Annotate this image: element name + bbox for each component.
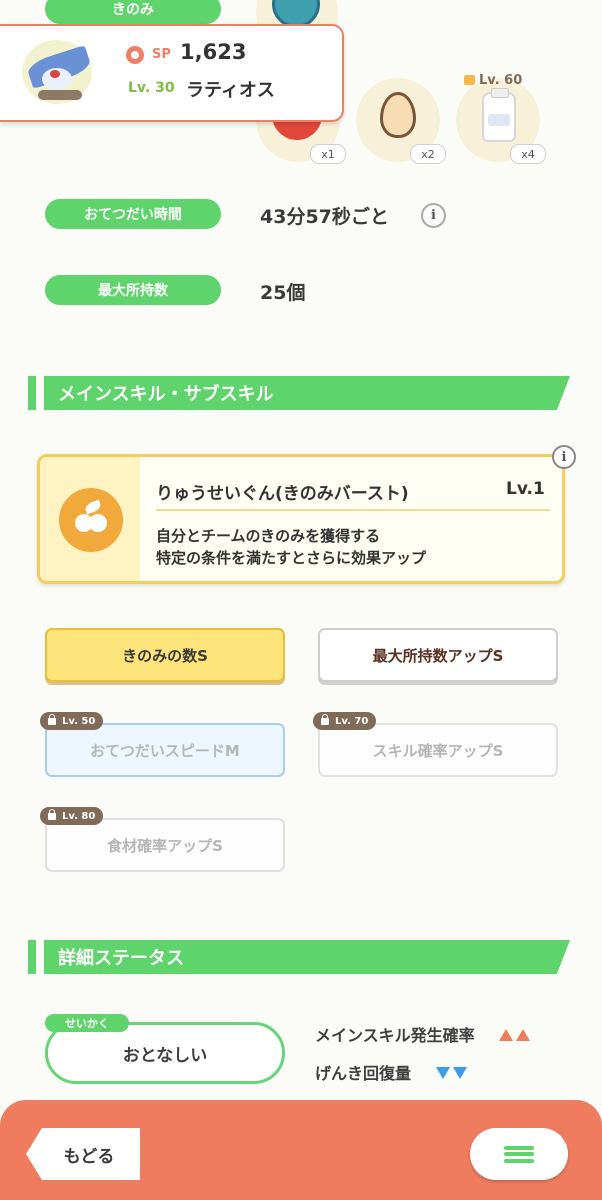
pokemon-name: ラティオス [186,80,275,101]
main-skill-info-icon[interactable]: i [552,445,576,469]
sub-skill-5-lock-tag: Lv. 80 [40,807,104,825]
milk-bottle-icon [482,88,516,142]
details-section-title: 詳細ステータス [44,940,570,974]
sub-skill-5[interactable]: 食材確率アップS [45,818,285,872]
lock-icon [321,713,329,725]
max-hold-label: 最大所持数 [45,275,221,305]
sp-icon [126,46,144,64]
sp-value: 1,623 [180,40,247,64]
nature-effect-up: メインスキル発生確率 [315,1022,531,1046]
main-skill-desc-2: 特定の条件を満たすとさらに効果アップ [156,549,427,567]
main-skill-level: Lv.1 [506,479,545,499]
main-skill-card[interactable]: りゅうせいぐん(きのみバースト) Lv.1 自分とチームのきのみを獲得する 特定… [37,454,565,584]
help-time-label: おてつだい時間 [45,199,221,229]
sub-skill-3-lock-tag: Lv. 50 [40,712,104,730]
menu-button[interactable] [470,1128,568,1180]
main-skill-divider [156,509,550,511]
kinomi-label-text: きのみ [112,2,154,18]
pokemon-header-card[interactable]: SP 1,623 Lv. 30 ラティオス [0,24,344,122]
sub-skill-4-lock-tag: Lv. 70 [313,712,377,730]
pokemon-portrait [16,34,102,108]
lock-icon [464,75,475,85]
up-arrows-icon [496,1026,531,1045]
ingredient-count-2: x2 [410,144,446,164]
hamburger-menu-icon [504,1143,534,1165]
berry-burst-icon [59,488,123,552]
nature-tag: せいかく [45,1014,129,1032]
kinomi-label: きのみ [45,0,221,24]
lock-icon [48,808,56,820]
sub-skill-1[interactable]: きのみの数S [45,628,285,682]
sub-skill-3[interactable]: おてつだいスピードM [45,723,285,777]
down-arrows-icon [433,1064,467,1083]
max-hold-value: 25個 [260,282,306,304]
sp-label: SP [152,47,171,62]
help-time-value: 43分57秒ごと [260,206,389,228]
pokemon-level: Lv. 30 [128,80,175,96]
info-icon[interactable]: i [421,203,446,228]
sub-skill-4[interactable]: スキル確率アップS [318,723,558,777]
nature-effect-down: げんき回復量 [315,1060,467,1084]
egg-icon [380,92,416,138]
lock-icon [48,713,56,725]
section-marker [28,940,36,974]
main-skill-name: りゅうせいぐん(きのみバースト) [156,484,409,504]
ingredient-count-3: x4 [510,144,546,164]
nature-value: おとなしい [122,1045,208,1066]
ingredient-count-1: x1 [310,144,346,164]
skills-section-title: メインスキル・サブスキル [44,376,570,410]
main-skill-desc-1: 自分とチームのきのみを獲得する [156,527,381,545]
sub-skill-2[interactable]: 最大所持数アップS [318,628,558,682]
back-button[interactable]: もどる [26,1128,140,1180]
ingredient-lock-level: Lv. 60 [464,73,522,88]
section-marker [28,376,36,410]
